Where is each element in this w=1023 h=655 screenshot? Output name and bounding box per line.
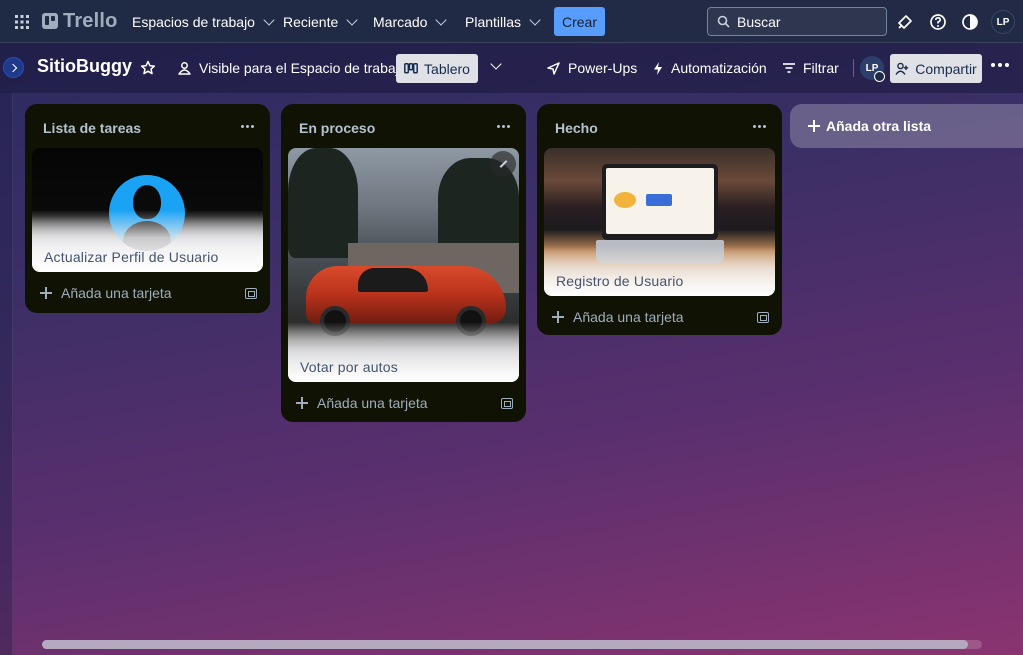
plus-icon <box>296 397 308 409</box>
create-button[interactable]: Crear <box>554 7 605 36</box>
bolt-icon <box>654 61 662 75</box>
header-divider <box>853 59 854 77</box>
list-todo: Lista de tareas Actualizar Perfil de Usu… <box>25 104 270 313</box>
bell-icon[interactable] <box>893 10 917 34</box>
card-template-icon[interactable] <box>501 398 513 409</box>
apps-grid-icon[interactable] <box>8 8 36 36</box>
board-icon <box>404 62 418 74</box>
card-update-profile[interactable]: Actualizar Perfil de Usuario <box>32 148 263 272</box>
nav-templates[interactable]: Plantillas <box>465 10 541 34</box>
sidebar-expand-button[interactable] <box>3 57 24 78</box>
trello-logo[interactable]: Trello <box>42 10 118 32</box>
card-title: Registro de Usuario <box>556 273 684 289</box>
add-card-button[interactable]: Añada una tarjeta <box>40 283 172 303</box>
chevron-down-icon <box>529 14 541 26</box>
edit-pencil-icon[interactable] <box>490 151 516 177</box>
list-title[interactable]: Lista de tareas <box>43 120 141 136</box>
nav-templates-label: Plantillas <box>465 14 522 30</box>
board-view-button[interactable]: Tablero <box>396 54 478 83</box>
add-card-label: Añada una tarjeta <box>573 309 684 325</box>
plus-icon <box>40 287 52 299</box>
card-title: Actualizar Perfil de Usuario <box>44 249 219 265</box>
more-icon[interactable] <box>991 63 1009 67</box>
nav-starred-label: Marcado <box>373 14 428 30</box>
nav-workspaces[interactable]: Espacios de trabajo <box>132 10 275 34</box>
star-icon <box>140 60 156 75</box>
board-header: SitioBuggy Visible para el Espacio de tr… <box>0 43 1023 93</box>
nav-recent-label: Reciente <box>283 14 339 30</box>
filter-button[interactable]: Filtrar <box>782 55 839 81</box>
search-placeholder: Buscar <box>737 13 781 30</box>
filter-icon <box>783 63 795 73</box>
admin-badge-icon <box>874 71 885 82</box>
nav-starred[interactable]: Marcado <box>373 10 448 34</box>
filter-label: Filtrar <box>803 60 839 76</box>
list-title[interactable]: Hecho <box>555 120 598 136</box>
app-name: Trello <box>63 9 118 32</box>
help-icon[interactable] <box>926 10 950 34</box>
automation-button[interactable]: Automatización <box>652 55 767 81</box>
chevron-down-icon <box>490 58 502 70</box>
chevron-right-icon <box>8 63 17 72</box>
scrollbar-thumb[interactable] <box>42 640 968 649</box>
add-card-button[interactable]: Añada una tarjeta <box>552 307 684 327</box>
share-label: Compartir <box>915 60 977 77</box>
list-menu-icon[interactable] <box>753 125 766 128</box>
list-menu-icon[interactable] <box>497 125 510 128</box>
trello-logo-icon <box>42 13 58 29</box>
user-avatar[interactable]: LP <box>991 10 1015 34</box>
board-title[interactable]: SitioBuggy <box>37 56 132 77</box>
chevron-down-icon <box>346 14 358 26</box>
top-navigation-bar: Trello Espacios de trabajo Reciente Marc… <box>0 0 1023 43</box>
list-title[interactable]: En proceso <box>299 120 375 136</box>
chevron-down-icon <box>263 14 275 26</box>
card-template-icon[interactable] <box>245 288 257 299</box>
add-card-label: Añada una tarjeta <box>317 395 428 411</box>
automation-label: Automatización <box>671 60 767 76</box>
powerups-button[interactable]: Power-Ups <box>546 55 637 81</box>
plus-icon <box>808 120 820 132</box>
view-switcher-button[interactable] <box>489 58 503 73</box>
people-icon <box>178 61 191 75</box>
powerups-label: Power-Ups <box>568 60 638 76</box>
chevron-down-icon <box>435 14 448 26</box>
nav-workspaces-label: Espacios de trabajo <box>132 14 255 30</box>
share-button[interactable]: Compartir <box>890 54 982 83</box>
add-card-button[interactable]: Añada una tarjeta <box>296 393 428 413</box>
card-vote-cars[interactable]: Votar por autos <box>288 148 519 382</box>
add-person-icon <box>895 62 909 75</box>
card-user-registration[interactable]: Registro de Usuario <box>544 148 775 296</box>
card-template-icon[interactable] <box>757 312 769 323</box>
rocket-icon <box>547 61 560 75</box>
theme-icon[interactable] <box>958 10 982 34</box>
list-menu-icon[interactable] <box>241 125 254 128</box>
add-list-button[interactable]: Añada otra lista <box>790 104 1023 148</box>
board-view-label: Tablero <box>424 60 470 77</box>
card-title: Votar por autos <box>300 359 398 375</box>
search-icon <box>717 15 730 28</box>
list-in-progress: En proceso Votar por autos Añada una tar… <box>281 104 526 422</box>
search-input[interactable]: Buscar <box>707 7 887 36</box>
horizontal-scrollbar[interactable] <box>42 640 982 649</box>
list-done: Hecho Registro de Usuario Añada una tarj… <box>537 104 782 335</box>
add-list-label: Añada otra lista <box>826 118 932 134</box>
star-board-button[interactable] <box>140 55 156 81</box>
visibility-label: Visible para el Espacio de trabajo <box>199 60 407 76</box>
nav-recent[interactable]: Reciente <box>283 10 358 34</box>
sidebar-collapsed-strip <box>0 93 13 655</box>
add-card-label: Añada una tarjeta <box>61 285 172 301</box>
visibility-button[interactable]: Visible para el Espacio de trabajo <box>177 55 407 81</box>
plus-icon <box>552 311 564 323</box>
